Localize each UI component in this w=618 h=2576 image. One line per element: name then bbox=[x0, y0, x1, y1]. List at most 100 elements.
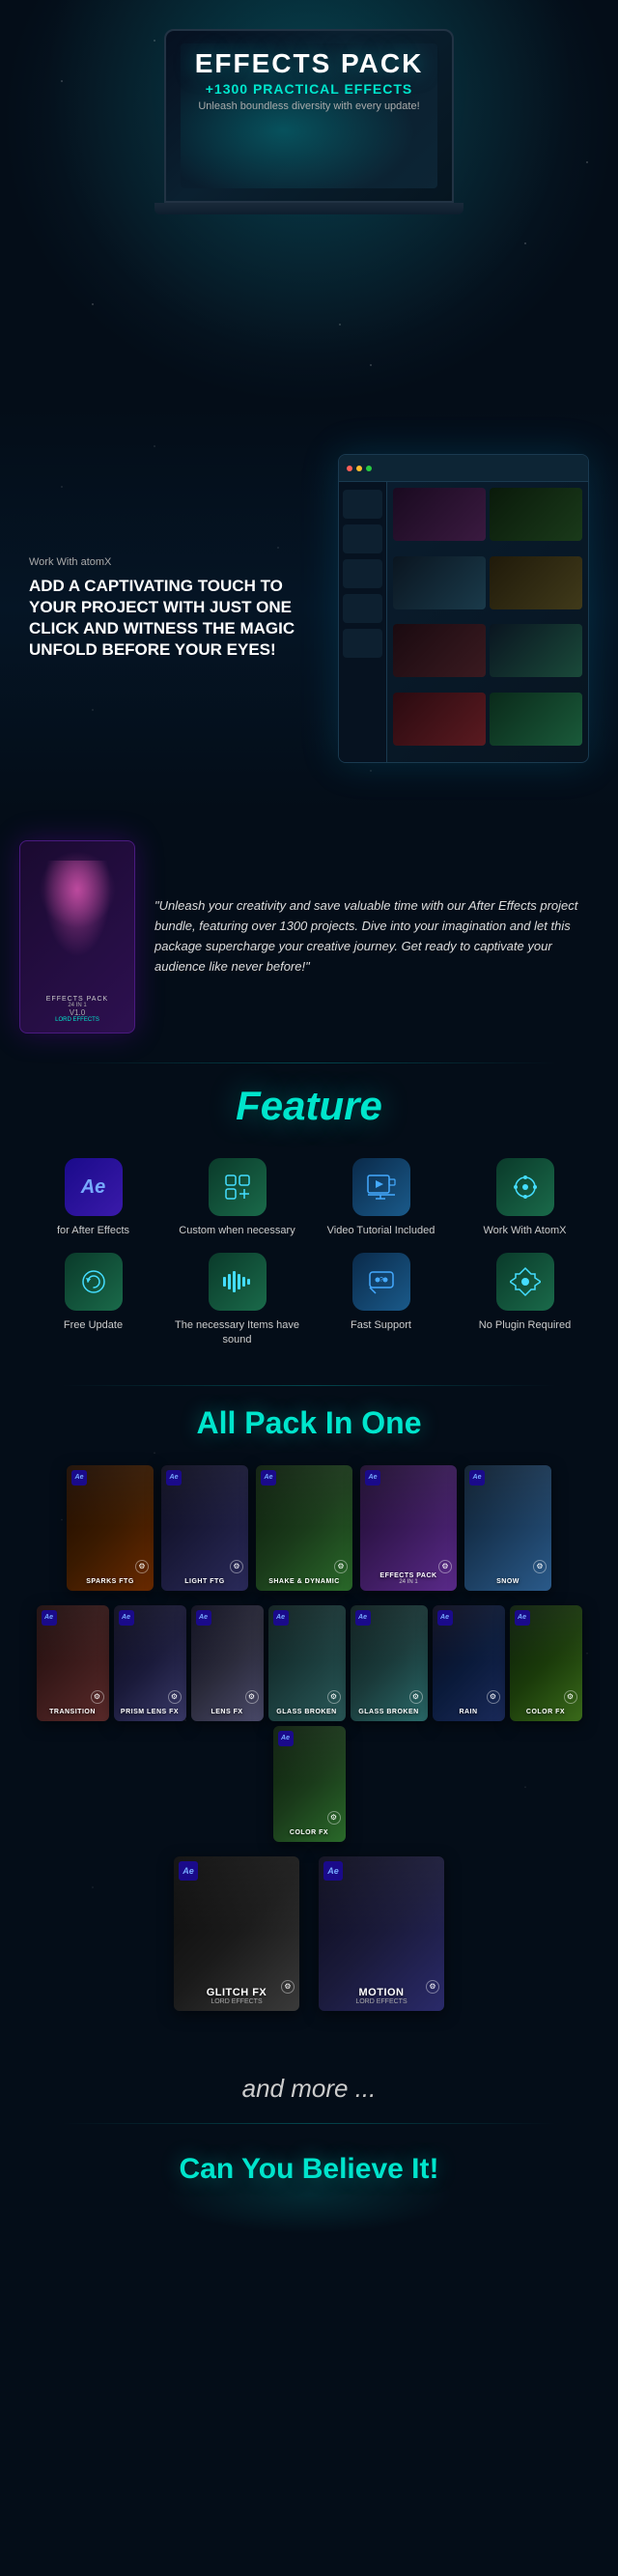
ui-dot-red bbox=[347, 466, 352, 471]
sidebar-item-5 bbox=[343, 629, 382, 658]
prism-label: PRISM LENS FX bbox=[121, 1709, 179, 1715]
ui-thumb-1 bbox=[393, 488, 486, 541]
ae-badge-glass: Ae bbox=[355, 1610, 371, 1626]
feature-item-plugin: No Plugin Required bbox=[461, 1253, 589, 1346]
sparks-label: SPARKS FTG bbox=[86, 1578, 134, 1585]
color-label: COLOR FX bbox=[290, 1829, 328, 1836]
plugin-icon-box bbox=[496, 1253, 554, 1311]
feature-item-update: Free Update bbox=[29, 1253, 157, 1346]
gear-badge-glitch: ⚙ bbox=[281, 1980, 295, 1994]
hero-desc: Unleash boundless diversity with every u… bbox=[195, 100, 424, 112]
video-icon bbox=[366, 1174, 397, 1201]
shake-label: SHAKE & DYNAMIC bbox=[268, 1578, 340, 1585]
hero-title: EFFECTS PACK bbox=[195, 48, 424, 79]
pack-box-shake: Ae ⚙ SHAKE & DYNAMIC bbox=[256, 1465, 352, 1591]
atomx-right bbox=[328, 435, 599, 782]
glassbig-label: GLASS BROKEN bbox=[276, 1709, 336, 1715]
ui-thumb-2 bbox=[490, 488, 582, 541]
feature-label-ae: for After Effects bbox=[57, 1224, 129, 1237]
ae-icon: Ae bbox=[81, 1176, 106, 1199]
sidebar-item-3 bbox=[343, 559, 382, 588]
ae-badge-light: Ae bbox=[166, 1470, 182, 1486]
ae-badge-prism: Ae bbox=[119, 1610, 134, 1626]
atomx-ui-sidebar bbox=[339, 482, 387, 762]
support-icon: ? bbox=[367, 1267, 396, 1296]
light-label: LIGHT FTG bbox=[184, 1578, 224, 1585]
gear-badge-glass: ⚙ bbox=[409, 1690, 423, 1704]
quote-text: "Unleash your creativity and save valuab… bbox=[154, 896, 599, 977]
pack-box-transition: Ae ⚙ TRANSITION bbox=[37, 1605, 109, 1721]
more-text: and more ... bbox=[0, 2074, 618, 2104]
gear-badge-snow: ⚙ bbox=[533, 1560, 547, 1573]
ae-badge-transition: Ae bbox=[42, 1610, 57, 1626]
motion-sublabel: LORD EFFECTS bbox=[355, 1998, 407, 2005]
gear-badge-motion: ⚙ bbox=[426, 1980, 439, 1994]
effects-label: EFFECTS PACK bbox=[379, 1572, 436, 1579]
effects-sublabel: 24 IN 1 bbox=[399, 1579, 417, 1585]
gear-badge-light: ⚙ bbox=[230, 1560, 243, 1573]
pack-box-sparks: Ae ⚙ SPARKS FTG bbox=[67, 1465, 154, 1591]
gear-badge-colorfx: ⚙ bbox=[564, 1690, 577, 1704]
feature-item-support: ? Fast Support bbox=[317, 1253, 445, 1346]
video-icon-box bbox=[352, 1158, 410, 1216]
feature-label-update: Free Update bbox=[64, 1318, 123, 1332]
quote-section: EFFECTS PACK 24 IN 1 V1.0 LORD EFFECTS "… bbox=[0, 811, 618, 1062]
sound-icon bbox=[221, 1269, 254, 1294]
svg-text:?: ? bbox=[379, 1277, 383, 1284]
gear-badge-transition: ⚙ bbox=[91, 1690, 104, 1704]
pack-box-lens: Ae ⚙ LENS FX bbox=[191, 1605, 264, 1721]
pack-box-glitch: Ae ⚙ GLITCH FX LORD EFFECTS bbox=[174, 1856, 299, 2011]
effects-box-label: EFFECTS PACK bbox=[46, 996, 108, 1003]
lens-label: LENS FX bbox=[211, 1709, 242, 1715]
feature-item-video: Video Tutorial Included bbox=[317, 1158, 445, 1237]
pack-section: All Pack In One Ae ⚙ SPARKS FTG Ae ⚙ LIG… bbox=[0, 1386, 618, 2054]
ae-badge-shake: Ae bbox=[261, 1470, 276, 1486]
believe-glow bbox=[164, 2157, 454, 2234]
atomx-ui-header bbox=[339, 455, 588, 482]
pack-box-color: Ae ⚙ COLOR FX bbox=[273, 1726, 346, 1842]
effects-box-brand: LORD EFFECTS bbox=[55, 1017, 99, 1023]
hero-text-block: EFFECTS PACK +1300 PRACTICAL EFFECTS Unl… bbox=[195, 48, 424, 112]
gear-badge-sparks: ⚙ bbox=[135, 1560, 149, 1573]
feature-item-custom: Custom when necessary bbox=[173, 1158, 301, 1237]
custom-icon bbox=[223, 1173, 252, 1202]
pack-box-motion: Ae ⚙ MOTION LORD EFFECTS bbox=[319, 1856, 444, 2011]
atomx-section: Work With atomX ADD A CAPTIVATING TOUCH … bbox=[0, 406, 618, 811]
feature-label-sound: The necessary Items have sound bbox=[173, 1318, 301, 1346]
ui-thumb-3 bbox=[393, 556, 486, 609]
ui-thumb-8 bbox=[490, 693, 582, 746]
glitch-sublabel: LORD EFFECTS bbox=[211, 1998, 262, 2005]
feature-section: Feature Ae for After Effects Custom when… bbox=[0, 1063, 618, 1385]
ui-dot-green bbox=[366, 466, 372, 471]
gear-badge-shake: ⚙ bbox=[334, 1560, 348, 1573]
pack-row-1: Ae ⚙ SPARKS FTG Ae ⚙ LIGHT FTG Ae ⚙ SHAK… bbox=[0, 1465, 618, 1591]
pack-box-light: Ae ⚙ LIGHT FTG bbox=[161, 1465, 248, 1591]
colorfx-label: COLOR FX bbox=[526, 1709, 565, 1715]
feature-label-support: Fast Support bbox=[351, 1318, 411, 1332]
gear-badge-effects: ⚙ bbox=[438, 1560, 452, 1573]
feature-title: Feature bbox=[19, 1083, 599, 1129]
glass-label: GLASS BROKEN bbox=[358, 1709, 418, 1715]
ui-thumb-4 bbox=[490, 556, 582, 609]
motion-label: MOTION bbox=[359, 1987, 405, 1998]
transition-label: TRANSITION bbox=[49, 1709, 96, 1715]
ui-thumb-5 bbox=[393, 624, 486, 677]
gear-badge-glassbig: ⚙ bbox=[327, 1690, 341, 1704]
rain-label: RAIN bbox=[459, 1709, 477, 1715]
feature-label-atomx: Work With AtomX bbox=[484, 1224, 567, 1237]
atomx-ui-body bbox=[339, 482, 588, 762]
pack-box-snow: Ae ⚙ SNOW bbox=[464, 1465, 551, 1591]
feature-item-atomx: Work With AtomX bbox=[461, 1158, 589, 1237]
pack-box-glass: Ae ⚙ GLASS BROKEN bbox=[351, 1605, 428, 1721]
ui-dot-yellow bbox=[356, 466, 362, 471]
ae-badge-colorfx: Ae bbox=[515, 1610, 530, 1626]
update-icon-box bbox=[65, 1253, 123, 1311]
effects-box: EFFECTS PACK 24 IN 1 V1.0 LORD EFFECTS bbox=[19, 840, 135, 1033]
gear-badge-rain: ⚙ bbox=[487, 1690, 500, 1704]
gear-badge-color: ⚙ bbox=[327, 1811, 341, 1825]
hero-subtitle: +1300 PRACTICAL EFFECTS bbox=[195, 81, 424, 97]
ae-badge-lens: Ae bbox=[196, 1610, 211, 1626]
snow-label: SNOW bbox=[496, 1578, 520, 1585]
pack-box-rain: Ae ⚙ RAIN bbox=[433, 1605, 505, 1721]
sidebar-item-2 bbox=[343, 524, 382, 553]
